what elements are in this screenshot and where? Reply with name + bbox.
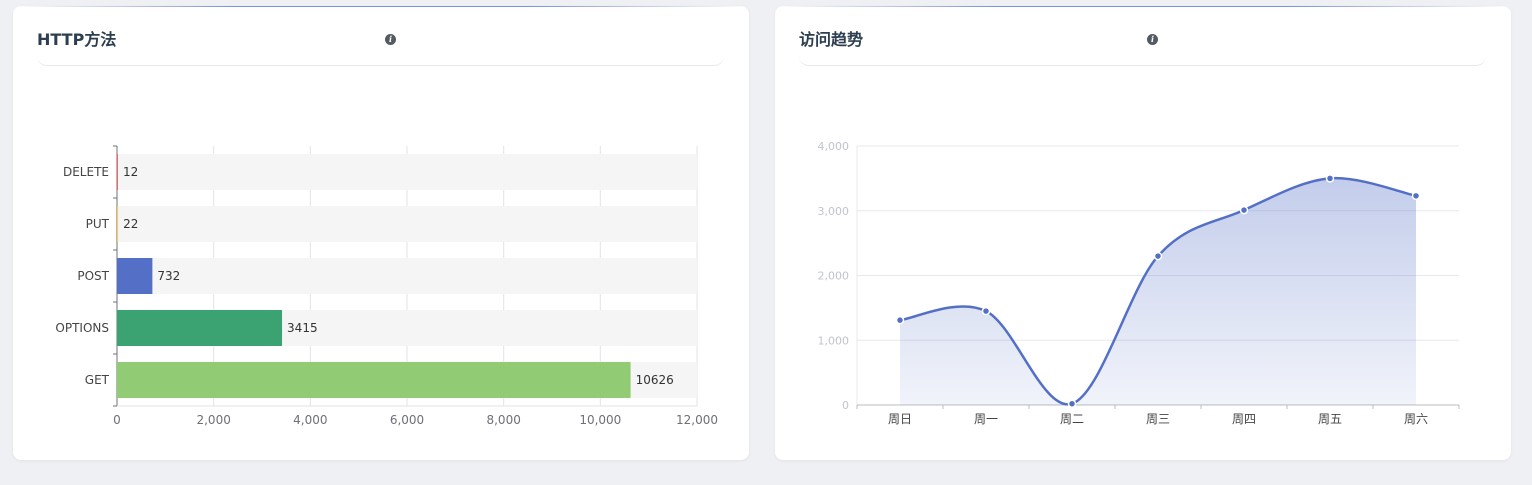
y-tick-label: PUT <box>86 217 110 231</box>
data-point <box>1325 174 1335 183</box>
x-tick-label: 4,000 <box>293 413 327 427</box>
data-label: 3415 <box>287 321 318 335</box>
x-tick-label: 周五 <box>1318 412 1342 426</box>
bar-background <box>117 258 697 294</box>
y-tick-label: POST <box>77 269 109 283</box>
visit-trend-area-chart: 0 1,000 2,000 3,000 4,000 周日 周一 周二 周三 周四 周五 周六 <box>818 140 1460 426</box>
x-tick-label: 2,000 <box>196 413 230 427</box>
y-tick-label: 0 <box>842 399 849 412</box>
y-tick-label: 4,000 <box>818 140 850 153</box>
y-tick-label: 2,000 <box>818 270 850 283</box>
data-point <box>895 315 905 325</box>
data-label: 12 <box>123 165 138 179</box>
y-tick-label: OPTIONS <box>55 321 109 335</box>
bar <box>117 258 153 294</box>
y-tick-label: GET <box>85 373 110 387</box>
x-tick-label: 周六 <box>1404 412 1428 426</box>
data-point <box>1153 251 1163 261</box>
y-tick-label: 3,000 <box>818 205 850 218</box>
x-tick-label: 10,000 <box>579 413 621 427</box>
bar <box>117 310 283 346</box>
data-point <box>1411 191 1421 201</box>
data-point <box>1239 205 1249 215</box>
visit-trend-panel: 访问趋势 i 0 1,000 2,000 3,000 4,000 周日 周一 周二 周三 周四 周五… <box>775 6 1511 460</box>
bar <box>117 154 118 190</box>
bar <box>117 362 631 398</box>
http-method-panel: HTTP方法 i DELETE 12 PUT 22 POST 732 OPTIONS 3415… <box>13 6 749 460</box>
data-label: 732 <box>157 269 180 283</box>
x-tick-label: 周三 <box>1146 412 1170 426</box>
x-tick-label: 0 <box>113 413 121 427</box>
http-method-bar-chart: DELETE 12 PUT 22 POST 732 OPTIONS 3415 GET 10626 0… <box>55 145 718 427</box>
x-tick-label: 周一 <box>974 412 998 426</box>
data-point <box>1067 399 1077 408</box>
area-fill <box>900 178 1416 405</box>
x-tick-label: 周日 <box>888 412 912 426</box>
x-tick-label: 8,000 <box>486 413 520 427</box>
x-tick-label: 12,000 <box>676 413 718 427</box>
y-tick-label: 1,000 <box>818 334 850 347</box>
bar <box>117 206 119 242</box>
bar-background <box>117 154 697 190</box>
x-tick-label: 周四 <box>1232 412 1256 426</box>
x-tick-label: 6,000 <box>390 413 424 427</box>
bar-background <box>117 206 697 242</box>
data-label: 22 <box>123 217 138 231</box>
y-tick-label: DELETE <box>63 165 109 179</box>
x-tick-label: 周二 <box>1060 412 1084 426</box>
data-label: 10626 <box>636 373 674 387</box>
data-point <box>981 306 991 316</box>
